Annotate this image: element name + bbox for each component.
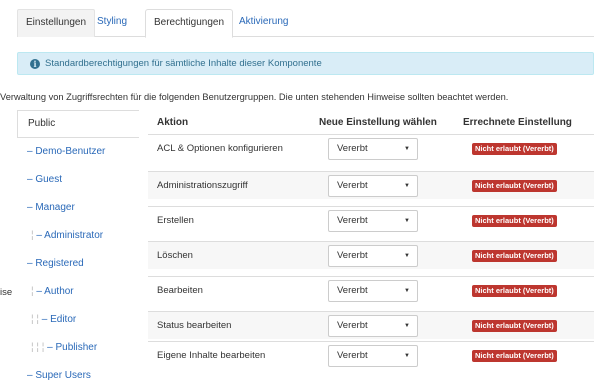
tab-berechtigungen[interactable]: Berechtigungen — [145, 9, 234, 38]
select-value: Vererbt — [337, 180, 368, 191]
group-item-publisher[interactable]: ¦ ¦ ¦ – Publisher — [17, 334, 139, 362]
group-item-registered[interactable]: – Registered — [17, 250, 139, 278]
caret-down-icon: ▼ — [404, 288, 410, 294]
action-label: ACL & Optionen konfigurieren — [157, 143, 283, 154]
group-item-label: – Administrator — [36, 230, 104, 241]
tab-aktivierung[interactable]: Aktivierung — [231, 9, 296, 37]
setting-select[interactable]: Vererbt ▼ — [328, 210, 418, 232]
action-label: Löschen — [157, 250, 193, 261]
table-row: Erstellen Vererbt ▼ Nicht erlaubt (Vererb… — [148, 206, 594, 234]
caret-down-icon: ▼ — [404, 323, 410, 329]
group-item-administrator[interactable]: ¦ – Administrator — [17, 222, 139, 250]
action-label: Bearbeiten — [157, 285, 203, 296]
alert-text: Standardberechtigungen für sämtliche Inh… — [45, 58, 322, 69]
setting-select[interactable]: Vererbt ▼ — [328, 245, 418, 267]
tree-indent: ¦ ¦ — [31, 314, 42, 325]
action-label: Administrationszugriff — [157, 180, 248, 191]
group-item-guest[interactable]: – Guest — [17, 166, 139, 194]
status-badge: Nicht erlaubt (Vererbt) — [472, 320, 557, 332]
select-value: Vererbt — [337, 285, 368, 296]
group-item-editor[interactable]: ¦ ¦ – Editor — [17, 306, 139, 334]
setting-select[interactable]: Vererbt ▼ — [328, 175, 418, 197]
status-badge: Nicht erlaubt (Vererbt) — [472, 180, 557, 192]
status-badge: Nicht erlaubt (Vererbt) — [472, 215, 557, 227]
action-label: Status bearbeiten — [157, 320, 232, 331]
group-item-label: – Publisher — [47, 342, 98, 353]
table-row: ACL & Optionen konfigurieren Vererbt ▼ Ni… — [148, 134, 594, 162]
group-item-label: – Editor — [41, 314, 77, 325]
group-list: Public – Demo-Benutzer – Guest – Manager… — [17, 110, 139, 383]
select-value: Vererbt — [337, 250, 368, 261]
info-icon: i — [30, 59, 40, 69]
group-item-public[interactable]: Public — [17, 110, 139, 138]
action-label: Erstellen — [157, 215, 194, 226]
status-badge: Nicht erlaubt (Vererbt) — [472, 285, 557, 297]
group-item-super-users[interactable]: – Super Users — [17, 362, 139, 383]
tab-styling[interactable]: Styling — [89, 9, 135, 37]
caret-down-icon: ▼ — [404, 183, 410, 189]
select-value: Vererbt — [337, 143, 368, 154]
caret-down-icon: ▼ — [404, 146, 410, 152]
tab-bar: Einstellungen Styling Berechtigungen Akt… — [17, 9, 594, 38]
setting-select[interactable]: Vererbt ▼ — [328, 280, 418, 302]
permissions-table: Aktion Neue Einstellung wählen Errechnet… — [139, 110, 594, 383]
status-badge: Nicht erlaubt (Vererbt) — [472, 250, 557, 262]
tab-einstellungen[interactable]: Einstellungen — [17, 9, 96, 37]
group-item-author[interactable]: ¦ – Author — [17, 278, 139, 306]
table-row: Status bearbeiten Vererbt ▼ Nicht erlaubt… — [148, 311, 594, 339]
truncated-label: ise — [0, 287, 13, 298]
caret-down-icon: ▼ — [404, 353, 410, 359]
action-label: Eigene Inhalte bearbeiten — [157, 350, 266, 361]
table-row: Bearbeiten Vererbt ▼ Nicht erlaubt (Verer… — [148, 276, 594, 304]
info-alert: i Standardberechtigungen für sämtliche In… — [17, 52, 594, 75]
table-row: Administrationszugriff Vererbt ▼ Nicht er… — [148, 171, 594, 199]
select-value: Vererbt — [337, 350, 368, 361]
setting-select[interactable]: Vererbt ▼ — [328, 315, 418, 337]
group-item-demo-benutzer[interactable]: – Demo-Benutzer — [17, 138, 139, 166]
intro-text: Verwaltung von Zugriffsrechten für die f… — [0, 92, 509, 102]
tree-indent: ¦ ¦ ¦ — [31, 342, 48, 353]
setting-select[interactable]: Vererbt ▼ — [328, 138, 418, 160]
setting-select[interactable]: Vererbt ▼ — [328, 345, 418, 367]
select-value: Vererbt — [337, 215, 368, 226]
status-badge: Nicht erlaubt (Vererbt) — [472, 143, 557, 155]
caret-down-icon: ▼ — [404, 253, 410, 259]
group-item-manager[interactable]: – Manager — [17, 194, 139, 222]
table-row: Löschen Vererbt ▼ Nicht erlaubt (Vererbt) — [148, 241, 594, 269]
table-row: Eigene Inhalte bearbeiten Vererbt ▼ Nicht… — [148, 341, 594, 369]
group-item-label: – Author — [36, 286, 74, 297]
select-value: Vererbt — [337, 320, 368, 331]
status-badge: Nicht erlaubt (Vererbt) — [472, 350, 557, 362]
caret-down-icon: ▼ — [404, 218, 410, 224]
